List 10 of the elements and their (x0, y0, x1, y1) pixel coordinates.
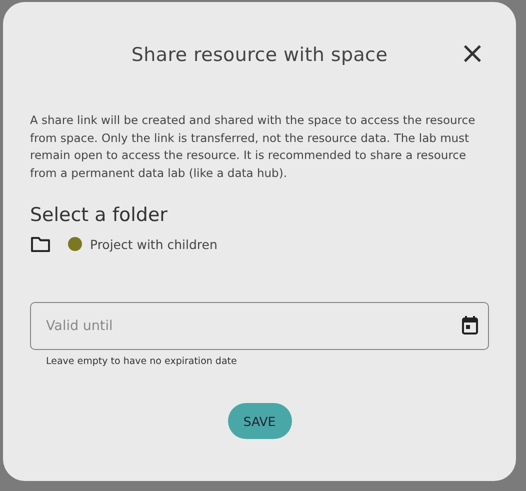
date-field[interactable]: Valid until (30, 302, 489, 350)
save-button[interactable]: SAVE (228, 403, 292, 439)
description-text: A share link will be created and shared with the space to access the resource from space. Only the link is transferred, not the resource data. The lab must remain open to access the resource. It is recommended to share a resource from a permanent data lab (like a data hub). (30, 112, 476, 182)
field-hint: Leave empty to have no expiration date (46, 356, 238, 367)
calendar-icon[interactable] (461, 315, 479, 335)
folder-icon[interactable] (30, 236, 51, 252)
dialog-title: Share resource with space (131, 44, 388, 66)
close-button[interactable]: × (456, 39, 489, 69)
section-heading: Select a folder (30, 204, 168, 226)
folder-name[interactable]: Project with children (90, 236, 218, 252)
